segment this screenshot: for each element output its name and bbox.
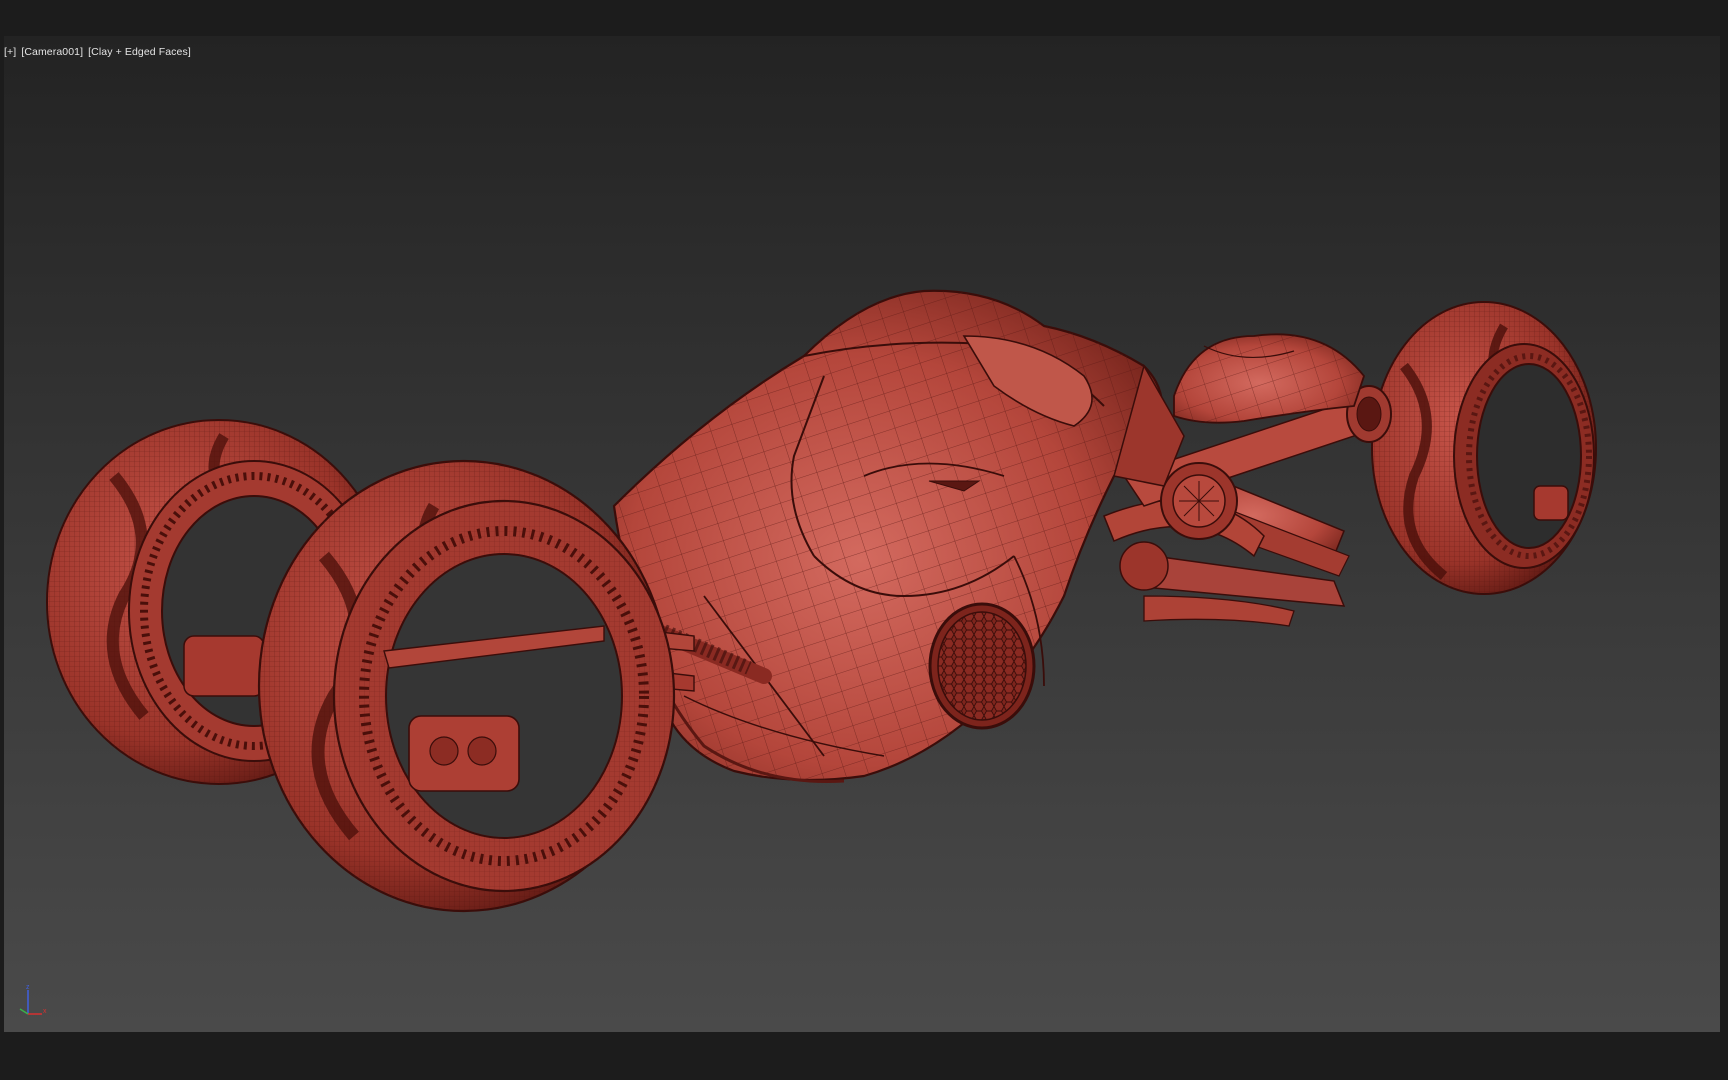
axis-z-label: z: [26, 984, 30, 991]
camera-viewport[interactable]: [+] [Camera001] [Clay + Edged Faces] z x: [4, 36, 1720, 1032]
axis-x-label: x: [43, 1008, 47, 1015]
scene-render: [46, 289, 1597, 913]
app-window: [+] [Camera001] [Clay + Edged Faces] z x: [0, 0, 1728, 1080]
front-right-wheel: [257, 459, 676, 913]
headlight: [928, 602, 1036, 730]
vehicle-body: [612, 289, 1185, 784]
axis-gizmo-icon: z x: [19, 984, 47, 1015]
